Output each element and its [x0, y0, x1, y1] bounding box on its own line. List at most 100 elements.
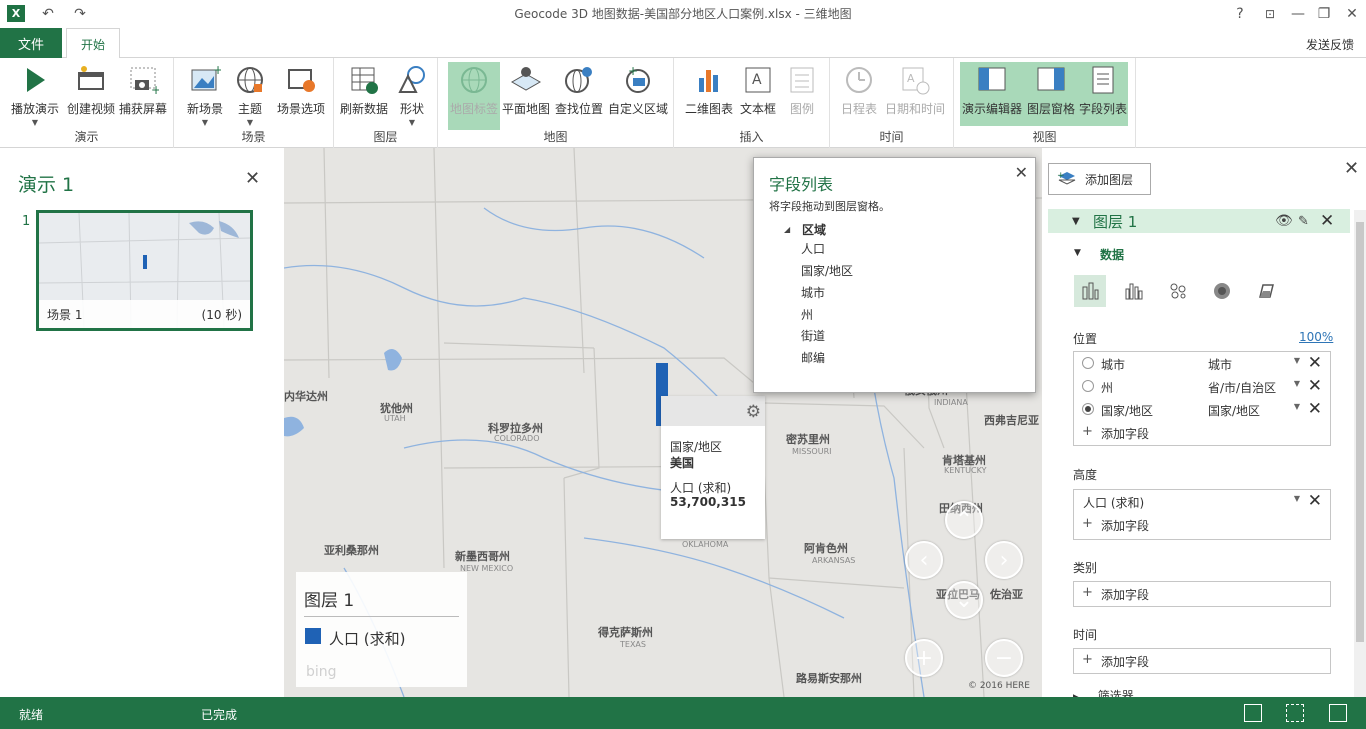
stacked-column-type-button[interactable]	[1074, 275, 1106, 307]
height-field-row[interactable]: 人口 (求和) ▼ ✕	[1074, 490, 1330, 513]
zoom-in-button[interactable]: +	[905, 639, 943, 677]
map-copyright: © 2016 HERE	[967, 681, 1030, 691]
field-item[interactable]: 国家/地区	[801, 262, 853, 279]
dropdown-arrow-icon[interactable]: ▼	[1294, 494, 1300, 503]
map-sublabel-oklahoma: OKLAHOMA	[682, 540, 729, 549]
tilt-down-button[interactable]: ⌄	[945, 581, 983, 619]
minimize-icon[interactable]: —	[1288, 4, 1308, 24]
dropdown-arrow-icon[interactable]: ▼	[1294, 356, 1300, 365]
collapse-layer-icon[interactable]: ▼	[1072, 216, 1080, 227]
field-item[interactable]: 街道	[801, 327, 825, 344]
shapes-button[interactable]: 形状 ▼	[392, 62, 432, 130]
field-list-button[interactable]: 字段列表	[1078, 62, 1128, 130]
field-group-region[interactable]: 区域	[802, 221, 826, 238]
add-layer-button[interactable]: + 添加图层	[1048, 163, 1151, 195]
map-sublabel-arkansas: ARKANSAS	[812, 556, 856, 565]
remove-field-icon[interactable]: ✕	[1308, 376, 1322, 396]
rename-pencil-icon[interactable]: ✎	[1298, 214, 1309, 229]
ribbon: 播放演示 ▼ 创建视频 + 捕获屏幕 演示 + 新场景 ▼ 主题 ▼ 场景选项 …	[0, 58, 1366, 148]
custom-regions-button[interactable]: + 自定义区域	[606, 62, 670, 130]
tour-editor-icon	[978, 67, 1006, 91]
refresh-data-button[interactable]: 刷新数据	[338, 62, 390, 130]
tab-home[interactable]: 开始	[66, 28, 120, 59]
rotate-left-button[interactable]: ‹	[905, 541, 943, 579]
layer-pane-button[interactable]: 图层窗格	[1024, 62, 1078, 130]
field-item[interactable]: 邮编	[801, 349, 825, 366]
create-video-button[interactable]: 创建视频	[64, 62, 118, 130]
eye-icon[interactable]: 👁	[1275, 213, 1293, 229]
window-title: Geocode 3D 地图数据-美国部分地区人口案例.xlsx - 三维地图	[514, 7, 852, 21]
tilt-up-button[interactable]: ⌃	[945, 501, 983, 539]
layer-pane-scrollbar[interactable]	[1354, 210, 1366, 697]
bar-chart-icon	[699, 70, 718, 92]
add-location-field[interactable]: + 添加字段	[1074, 421, 1330, 444]
rotate-right-button[interactable]: ›	[985, 541, 1023, 579]
close-tour-pane-icon[interactable]: ✕	[245, 168, 260, 189]
tour-editor-button[interactable]: 演示编辑器	[960, 62, 1024, 130]
close-layer-pane-icon[interactable]: ✕	[1344, 158, 1359, 179]
heatmap-type-button[interactable]	[1206, 275, 1238, 307]
add-time-field[interactable]: + 添加字段	[1074, 649, 1330, 672]
fullscreen-icon[interactable]	[1329, 704, 1347, 722]
collapse-data-icon[interactable]: ▼	[1074, 248, 1081, 258]
radio-city[interactable]	[1082, 357, 1094, 369]
maximize-icon[interactable]: ❐	[1314, 4, 1334, 24]
dropdown-arrow-icon[interactable]: ▼	[1294, 379, 1300, 388]
layer-header[interactable]: ▼ 图层 1 👁 ✎ ✕	[1048, 209, 1350, 233]
map-labels-button[interactable]: 地图标签	[448, 62, 500, 130]
zoom-out-button[interactable]: −	[985, 639, 1023, 677]
flat-map-button[interactable]: 平面地图	[500, 62, 552, 130]
location-match-percent[interactable]: 100%	[1299, 330, 1333, 344]
location-row-city[interactable]: 城市 城市 ▼ ✕	[1074, 352, 1330, 375]
bubble-type-button[interactable]	[1162, 275, 1194, 307]
field-item[interactable]: 州	[801, 306, 813, 323]
legend-button[interactable]: 图例	[780, 62, 824, 130]
date-time-button[interactable]: A 日期和时间	[882, 62, 948, 130]
fit-view-icon[interactable]	[1286, 704, 1304, 722]
close-window-icon[interactable]: ✕	[1342, 4, 1362, 24]
location-row-country[interactable]: 国家/地区 国家/地区 ▼ ✕	[1074, 398, 1330, 421]
screenshot-icon[interactable]	[1244, 704, 1262, 722]
plus-icon: +	[1082, 585, 1093, 600]
radio-country[interactable]	[1082, 403, 1094, 415]
text-box-button[interactable]: A 文本框	[738, 62, 778, 130]
help-icon[interactable]: ?	[1230, 4, 1250, 24]
dropdown-arrow-icon[interactable]: ▼	[1294, 402, 1300, 411]
close-field-list-icon[interactable]: ✕	[1015, 163, 1028, 182]
data-tooltip-card: ⚙ 国家/地区 美国 人口 (求和) 53,700,315	[661, 396, 765, 539]
filters-section[interactable]: ▶ 筛选器	[1073, 687, 1193, 697]
gear-icon[interactable]: ⚙	[746, 402, 761, 422]
radio-state[interactable]	[1082, 380, 1094, 392]
location-row-state[interactable]: 州 省/市/自治区 ▼ ✕	[1074, 375, 1330, 398]
tab-file[interactable]: 文件	[0, 28, 62, 58]
capture-screen-button[interactable]: + 捕获屏幕	[118, 62, 168, 130]
legend-item-label: 人口 (求和)	[329, 630, 406, 648]
field-item[interactable]: 人口	[801, 240, 825, 257]
delete-layer-icon[interactable]: ✕	[1320, 211, 1334, 231]
clustered-column-type-button[interactable]	[1118, 275, 1150, 307]
map-legend[interactable]: 图层 1 人口 (求和) bing	[296, 572, 467, 687]
scene-thumbnail[interactable]: 场景 1 (10 秒)	[36, 210, 253, 331]
add-height-field[interactable]: + 添加字段	[1074, 513, 1330, 536]
field-list-popup[interactable]: 字段列表 ✕ 将字段拖动到图层窗格。 ◢ 区域 人口 国家/地区 城市 州 街道…	[753, 157, 1036, 393]
scene-options-button[interactable]: 场景选项	[272, 62, 330, 130]
tooltip-field2-value: 53,700,315	[670, 495, 746, 509]
2d-chart-button[interactable]: 二维图表	[682, 62, 736, 130]
map-sublabel-colorado: COLORADO	[494, 434, 540, 443]
play-tour-button[interactable]: 播放演示 ▼	[8, 62, 62, 130]
field-item[interactable]: 城市	[801, 284, 825, 301]
remove-field-icon[interactable]: ✕	[1308, 491, 1322, 511]
map-data-column[interactable]	[656, 363, 668, 398]
region-type-button[interactable]	[1250, 275, 1282, 307]
new-scene-button[interactable]: + 新场景 ▼	[182, 62, 228, 130]
add-category-field[interactable]: + 添加字段	[1074, 582, 1330, 605]
find-location-button[interactable]: 查找位置	[552, 62, 606, 130]
remove-field-icon[interactable]: ✕	[1308, 353, 1322, 373]
timeline-button[interactable]: 日程表	[838, 62, 880, 130]
send-feedback-link[interactable]: 发送反馈	[1306, 36, 1354, 53]
themes-button[interactable]: 主题 ▼	[230, 62, 270, 130]
collapse-triangle-icon[interactable]: ◢	[784, 225, 790, 234]
ribbon-display-icon[interactable]: ⊡	[1260, 4, 1280, 24]
scrollbar-thumb[interactable]	[1356, 222, 1364, 642]
remove-field-icon[interactable]: ✕	[1308, 399, 1322, 419]
